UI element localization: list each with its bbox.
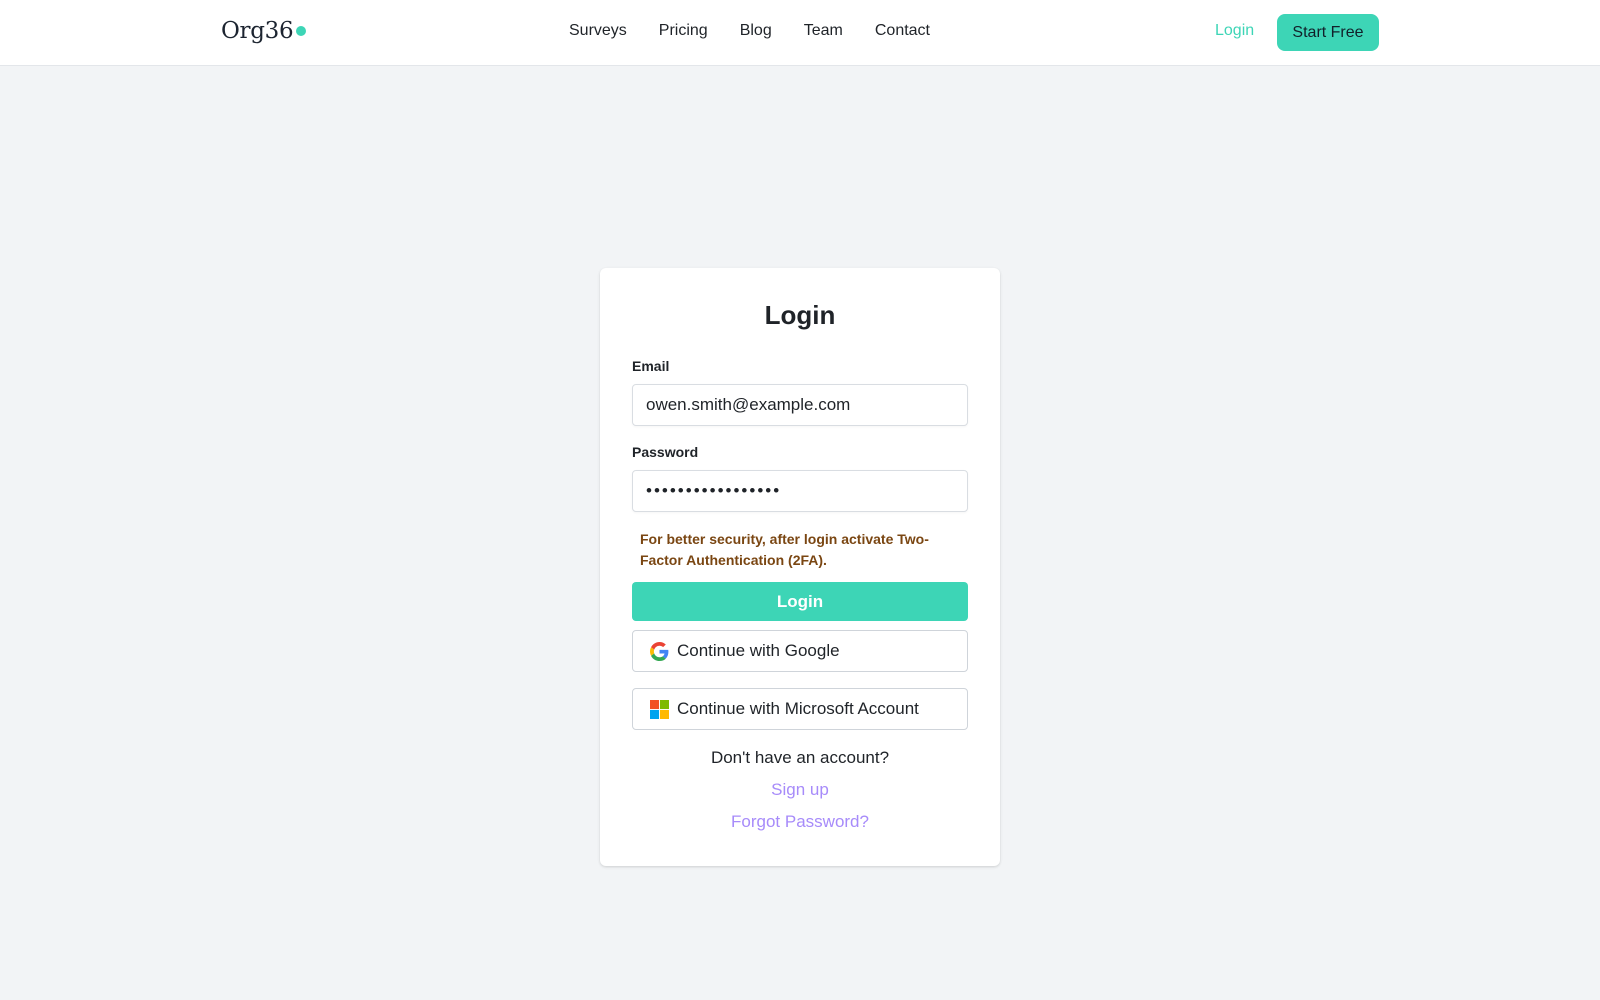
header-login-link[interactable]: Login [1215,22,1254,40]
main-nav: Surveys Pricing Blog Team Contact [569,22,930,40]
password-label: Password [632,444,699,460]
email-label: Email [632,358,670,374]
google-sso-button[interactable]: Continue with Google [632,630,968,672]
microsoft-icon [650,699,669,719]
google-icon [650,641,669,661]
nav-link-blog[interactable]: Blog [740,22,772,40]
forgot-password-link[interactable]: Forgot Password? [731,812,869,831]
nav-link-surveys[interactable]: Surveys [569,22,627,40]
nav-link-contact[interactable]: Contact [875,22,930,40]
start-free-button[interactable]: Start Free [1277,14,1379,51]
login-button[interactable]: Login [632,582,968,621]
logo-text: Org36 [221,18,294,44]
signup-link[interactable]: Sign up [771,780,829,799]
microsoft-button-label: Continue with Microsoft Account [677,699,919,718]
google-button-label: Continue with Google [677,641,840,660]
nav-link-pricing[interactable]: Pricing [659,22,708,40]
microsoft-sso-button[interactable]: Continue with Microsoft Account [632,688,968,730]
email-field[interactable] [632,384,968,426]
logo[interactable]: Org36 [221,18,307,44]
signup-link-row: Sign up [600,780,1000,800]
top-navigation-bar: Org36 Surveys Pricing Blog Team Contact … [0,0,1600,66]
login-card: Login Email Password For better security… [600,268,1000,866]
forgot-password-row: Forgot Password? [600,812,1000,832]
password-field[interactable] [632,470,968,512]
logo-dot-icon [296,26,307,36]
security-notice: For better security, after login activat… [640,531,929,568]
nav-link-team[interactable]: Team [804,22,843,40]
login-title: Login [764,300,836,330]
no-account-text: Don't have an account? [710,748,890,767]
